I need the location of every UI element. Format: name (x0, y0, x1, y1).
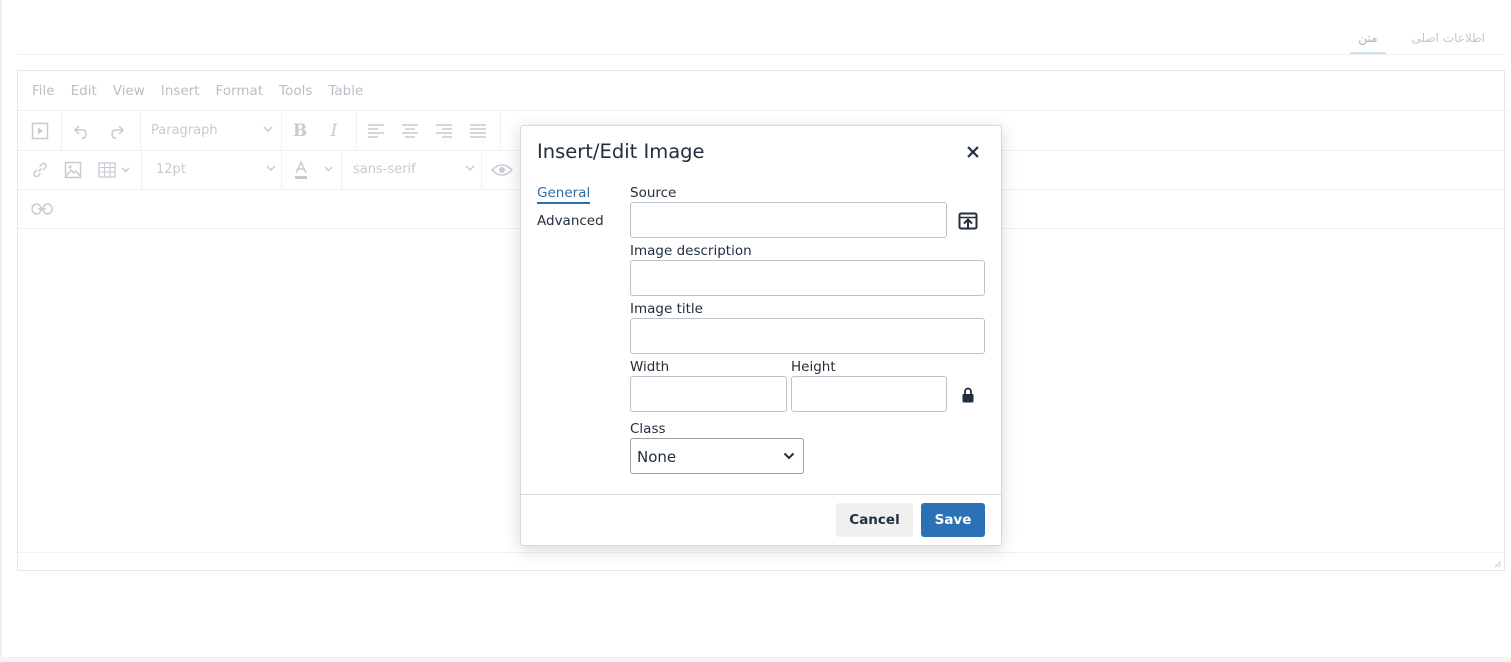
source-label: Source (630, 185, 677, 201)
dialog-title: Insert/Edit Image (537, 140, 705, 163)
image-title-input[interactable] (630, 318, 985, 354)
menu-format[interactable]: Format (208, 83, 272, 99)
italic-button[interactable]: I (320, 111, 348, 150)
image-description-input[interactable] (630, 260, 985, 296)
eye-icon[interactable] (488, 150, 516, 189)
menu-insert[interactable]: Insert (153, 83, 208, 99)
menu-view[interactable]: View (105, 83, 153, 99)
tabs-divider (17, 54, 1504, 55)
undo-icon[interactable] (68, 111, 96, 150)
height-label: Height (791, 359, 836, 375)
width-label: Width (630, 359, 670, 375)
browse-upload-icon[interactable] (955, 208, 981, 234)
tab-text[interactable]: متن (1350, 22, 1386, 54)
class-label: Class (630, 421, 666, 437)
resize-handle-icon[interactable] (1493, 559, 1502, 568)
bold-button[interactable]: B (286, 111, 314, 150)
align-center-icon[interactable] (396, 111, 424, 150)
chevron-down-icon (266, 165, 276, 172)
preview-icon[interactable] (26, 111, 54, 150)
block-format-select[interactable]: Paragraph (143, 111, 281, 150)
menu-table[interactable]: Table (320, 83, 371, 99)
unlink-icon[interactable] (28, 189, 56, 228)
align-left-icon[interactable] (362, 111, 390, 150)
tab-main-info[interactable]: اطلاعات اصلی (1404, 22, 1493, 54)
font-size-select[interactable]: 12pt (148, 150, 284, 189)
save-button[interactable]: Save (921, 503, 985, 537)
tab-general[interactable]: General (537, 185, 591, 204)
chevron-down-icon (783, 452, 795, 460)
tab-advanced[interactable]: Advanced (537, 213, 604, 229)
chevron-down-icon (465, 165, 475, 172)
class-select[interactable]: None (630, 438, 804, 474)
image-description-label: Image description (630, 243, 752, 259)
page-left-edge (0, 0, 2, 662)
menu-tools[interactable]: Tools (271, 83, 320, 99)
close-icon[interactable] (961, 140, 985, 164)
image-title-label: Image title (630, 301, 703, 317)
link-icon[interactable] (26, 150, 54, 189)
page-bottom-edge (0, 657, 1511, 662)
width-input[interactable] (630, 376, 787, 412)
menu-edit[interactable]: Edit (63, 83, 105, 99)
lock-icon[interactable] (959, 386, 977, 404)
align-right-icon[interactable] (430, 111, 458, 150)
menu-file[interactable]: File (24, 83, 63, 99)
class-select-value: None (637, 448, 677, 466)
font-size-value: 12pt (156, 162, 186, 177)
redo-icon[interactable] (102, 111, 130, 150)
chevron-down-icon (263, 126, 273, 133)
tab-bar: اطلاعات اصلی متن (1350, 22, 1493, 54)
font-family-select[interactable]: sans-serif (345, 150, 483, 189)
source-input[interactable] (630, 202, 947, 238)
editor-menubar: File Edit View Insert Format Tools Table (18, 71, 1510, 111)
text-color-icon[interactable] (288, 150, 340, 189)
justify-icon[interactable] (464, 111, 492, 150)
block-format-value: Paragraph (151, 123, 218, 138)
editor-statusbar (18, 552, 1504, 570)
dialog-footer-divider (521, 494, 1001, 495)
cancel-button[interactable]: Cancel (836, 503, 913, 537)
table-icon[interactable] (94, 150, 134, 189)
insert-edit-image-dialog: Insert/Edit Image General Advanced Sourc… (520, 125, 1002, 546)
height-input[interactable] (791, 376, 947, 412)
image-icon[interactable] (59, 150, 87, 189)
font-family-value: sans-serif (353, 162, 416, 177)
